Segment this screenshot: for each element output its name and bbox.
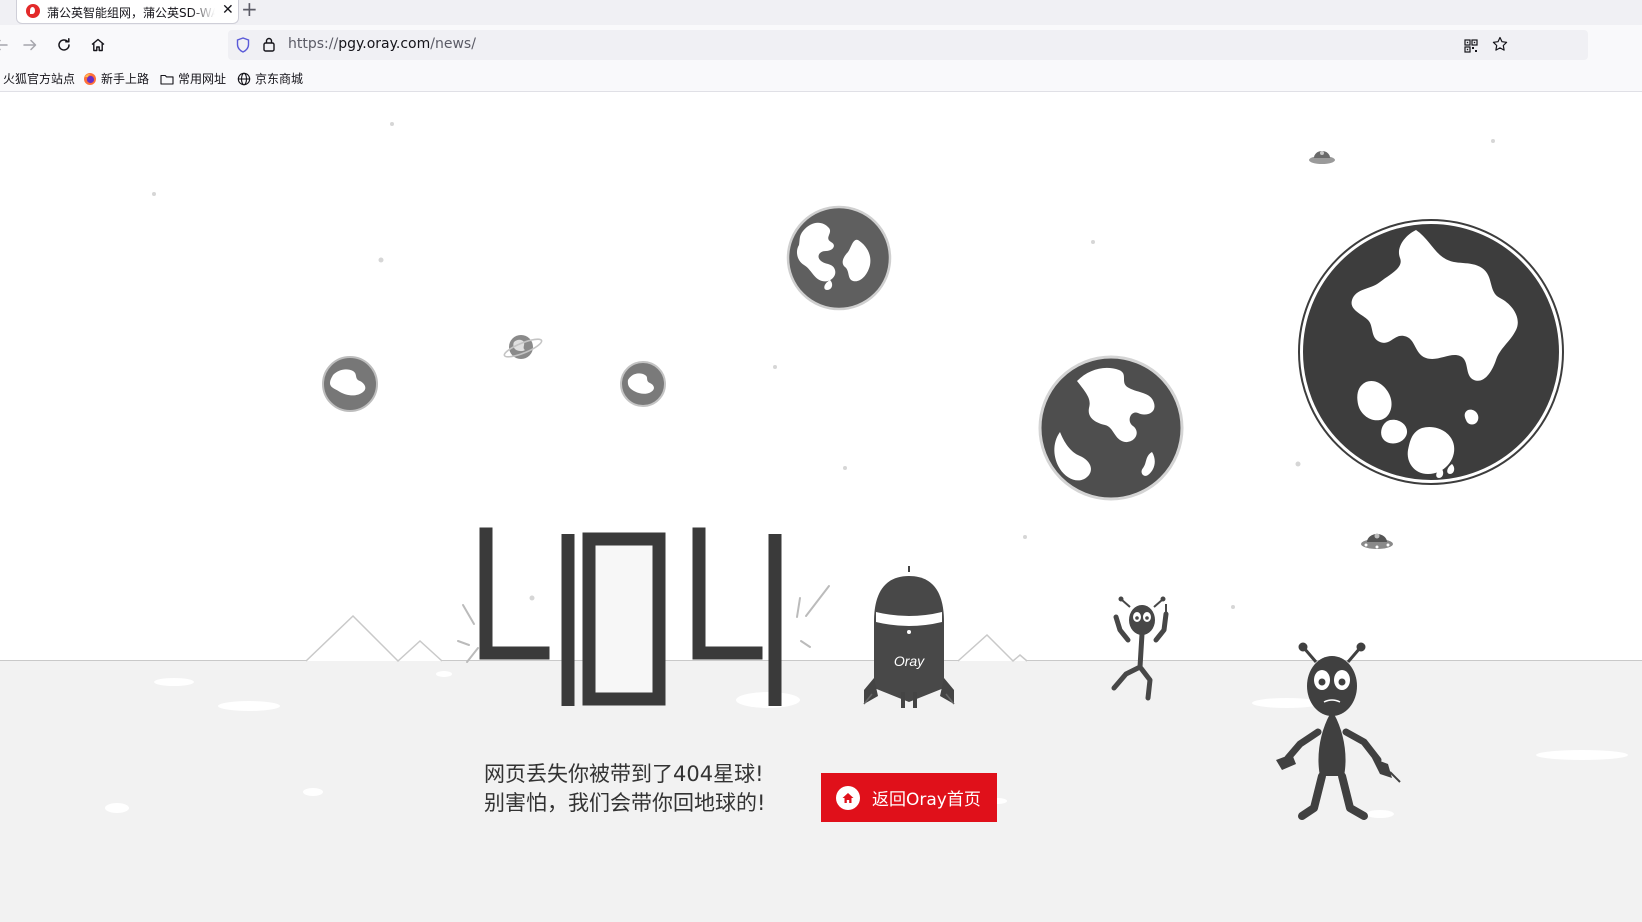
- globe-icon: [237, 72, 251, 86]
- home-icon: [836, 785, 860, 810]
- globe-icon: [1298, 219, 1564, 485]
- bookmark-label: 常用网址: [178, 72, 227, 86]
- back-button[interactable]: [0, 34, 12, 56]
- bookmark-label: 京东商城: [255, 72, 304, 86]
- ufo-icon: [1309, 151, 1335, 164]
- reload-button[interactable]: [53, 34, 75, 56]
- folder-icon: [160, 72, 174, 86]
- url-scheme: https://: [288, 36, 339, 52]
- bookmark-star-icon[interactable]: [1492, 36, 1508, 56]
- error-message-line2: 别害怕，我们会带你回地球的!: [484, 791, 766, 815]
- home-button[interactable]: [87, 34, 109, 56]
- home-icon: [91, 38, 105, 52]
- globe-icon: [620, 361, 666, 407]
- ufo-icon: [1361, 533, 1393, 549]
- alien-small-illustration: [1111, 596, 1169, 701]
- return-home-label: 返回Oray首页: [872, 790, 981, 810]
- rocket-brand-text: Oray: [894, 653, 925, 669]
- bookmark-jd-mall[interactable]: 京东商城: [237, 70, 303, 87]
- arrow-right-icon: [23, 39, 37, 51]
- bookmark-getting-started[interactable]: 新手上路: [83, 70, 149, 87]
- oray-favicon-icon: [26, 4, 40, 18]
- lock-icon[interactable]: [262, 36, 276, 56]
- page-404: Oray 网页丢失你被带到了404星球! 别害怕，我们会带你回地球的! 返回Or…: [0, 92, 1642, 922]
- navigation-bar: https://pgy.oray.com/news/: [0, 25, 1642, 65]
- globe-icon: [1038, 355, 1184, 501]
- tracking-protection-shield-icon[interactable]: [236, 37, 250, 57]
- return-home-button[interactable]: 返回Oray首页: [821, 773, 997, 822]
- close-tab-icon[interactable]: ✕: [222, 1, 234, 19]
- bookmarks-bar: 火狐官方站点 新手上路 常用网址 京东商城: [0, 65, 1642, 92]
- url-path: /news/: [430, 36, 476, 52]
- error-message: 网页丢失你被带到了404星球! 别害怕，我们会带你回地球的!: [484, 760, 765, 818]
- reload-icon: [58, 38, 70, 51]
- arrow-left-icon: [0, 39, 8, 51]
- tab-title: 蒲公英智能组网，蒲公英SD-WAN: [47, 6, 215, 20]
- tab-strip: 蒲公英智能组网，蒲公英SD-WAN ✕ +: [0, 0, 1642, 25]
- error-message-line1: 网页丢失你被带到了404星球!: [484, 762, 764, 786]
- rocket-illustration: Oray: [863, 566, 955, 708]
- url-text[interactable]: https://pgy.oray.com/news/: [288, 36, 476, 52]
- qr-code-icon[interactable]: [1464, 38, 1478, 57]
- globe-icon: [786, 205, 892, 311]
- tab-active[interactable]: 蒲公英智能组网，蒲公英SD-WAN ✕: [16, 0, 239, 24]
- url-host: pgy.oray.com: [338, 36, 431, 52]
- globe-icon: [322, 356, 378, 412]
- bookmark-label: 火狐官方站点: [3, 72, 76, 86]
- bookmark-common-sites[interactable]: 常用网址: [160, 70, 226, 87]
- firefox-icon: [83, 72, 97, 86]
- ringed-planet-icon: [503, 335, 543, 359]
- error-404-graphic: [457, 527, 830, 706]
- bookmark-label: 新手上路: [101, 72, 150, 86]
- alien-large-illustration: [1276, 642, 1401, 820]
- url-bar[interactable]: https://pgy.oray.com/news/: [228, 30, 1588, 60]
- new-tab-button[interactable]: +: [241, 0, 258, 20]
- forward-button[interactable]: [19, 34, 41, 56]
- bookmark-firefox-site[interactable]: 火狐官方站点: [3, 70, 75, 87]
